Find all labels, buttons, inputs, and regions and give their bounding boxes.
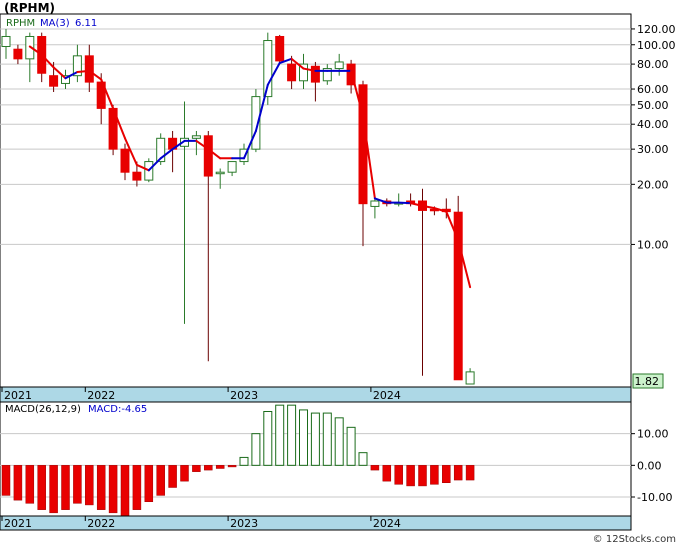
- x-tick-label: 2022: [87, 517, 115, 530]
- candle-body: [1, 35, 11, 48]
- macd-bar: [215, 465, 225, 469]
- candle-body: [191, 135, 201, 139]
- x-tick-label: 2021: [4, 389, 32, 402]
- x-tick-label: 2022: [87, 389, 115, 402]
- macd-bar: [120, 465, 130, 517]
- legend-ma-value: 6.11: [75, 18, 97, 29]
- macd-bar: [275, 404, 285, 466]
- price-tick-label: 20.00: [637, 178, 669, 191]
- price-tick-label: 10.00: [637, 238, 669, 251]
- x-tick-label: 2021: [4, 517, 32, 530]
- candle: [453, 195, 463, 381]
- macd-bar: [239, 456, 249, 466]
- macd-bar: [156, 465, 165, 496]
- last-price-badge: 1.82: [632, 373, 664, 389]
- macd-bar: [168, 465, 177, 488]
- candle-body: [132, 171, 142, 181]
- macd-bar: [418, 465, 427, 487]
- macd-tick-label: 0.00: [637, 459, 662, 472]
- candle-body: [334, 61, 344, 70]
- price-tick-label: 50.00: [637, 99, 669, 112]
- price-tick-label: 30.00: [637, 143, 669, 156]
- candle-body: [275, 35, 285, 62]
- macd-bar: [442, 465, 451, 484]
- candle-body: [287, 63, 297, 82]
- macd-bar: [61, 465, 70, 510]
- legend-ma-label: MA(3): [40, 18, 70, 29]
- macd-bar: [453, 465, 463, 481]
- candle-body: [465, 371, 475, 385]
- macd-bar: [334, 417, 344, 466]
- macd-bar: [25, 465, 35, 504]
- price-tick-label: 100.00: [637, 39, 676, 52]
- macd-bar: [287, 404, 297, 466]
- macd-bar: [13, 465, 23, 501]
- macd-bar: [406, 465, 415, 487]
- macd-bar: [263, 411, 273, 466]
- candle-body: [310, 65, 320, 83]
- ma-segment: [76, 69, 91, 74]
- macd-bar: [310, 412, 320, 466]
- price-tick-label: 120.00: [637, 23, 676, 36]
- candle-body: [49, 75, 59, 87]
- macd-y-axis: 10.00 0.00 -10.00: [631, 428, 672, 504]
- macd-bar: [49, 465, 58, 514]
- macd-bar: [192, 465, 201, 472]
- macd-bar: [132, 465, 142, 510]
- price-x-axis: 2021 2022 2023 2024: [0, 386, 632, 403]
- macd-bar: [96, 465, 106, 510]
- macd-bar: [1, 465, 11, 496]
- candle-body: [120, 148, 130, 173]
- last-price-label: 1.82: [635, 375, 660, 388]
- macd-bar: [108, 465, 118, 514]
- macd-panel: 10.00 0.00 -10.00 MACD(26,12,9) MACD:-4.65: [0, 401, 672, 517]
- price-panel: 120.00 100.00 80.00 60.00 50.00 40.00 30.00 20.…: [0, 13, 676, 389]
- footer-credit: © 12Stocks.com: [592, 534, 676, 545]
- macd-bar: [382, 465, 392, 482]
- candle: [275, 34, 285, 65]
- x-tick-label: 2024: [373, 389, 401, 402]
- price-legend: RPHM MA(3) 6.11: [6, 18, 97, 29]
- price-tick-label: 60.00: [637, 83, 669, 96]
- candle-body: [203, 135, 213, 177]
- macd-bar: [251, 433, 261, 466]
- stock-chart: 120.00 100.00 80.00 60.00 50.00 40.00 30.00 20.…: [0, 13, 676, 531]
- candle-body: [84, 55, 94, 83]
- price-tick-label: 80.00: [637, 58, 669, 71]
- macd-legend: MACD(26,12,9) MACD:-4.65: [5, 404, 147, 415]
- candle-body: [215, 171, 225, 175]
- price-y-axis: 120.00 100.00 80.00 60.00 50.00 40.00 30.00 20.…: [631, 23, 676, 251]
- price-tick-label: 40.00: [637, 118, 669, 131]
- candle: [108, 104, 118, 156]
- macd-legend-value: MACD:-4.65: [88, 404, 147, 415]
- macd-bar: [85, 465, 94, 506]
- macd-tick-label: -10.00: [637, 491, 672, 504]
- macd-bar: [430, 465, 439, 485]
- macd-bar: [37, 465, 46, 510]
- macd-tick-label: 10.00: [637, 428, 669, 441]
- macd-bar: [370, 465, 380, 471]
- macd-bar: [322, 412, 332, 466]
- macd-bar: [204, 465, 213, 471]
- legend-symbol: RPHM: [6, 18, 35, 29]
- macd-bar: [465, 465, 475, 481]
- macd-bar: [73, 465, 82, 504]
- macd-bar: [346, 426, 356, 466]
- macd-bar: [227, 465, 237, 468]
- macd-bar: [180, 465, 189, 482]
- macd-bar: [358, 452, 368, 466]
- ma-segment: [397, 201, 412, 205]
- macd-x-axis: 2021 2022 2023 2024: [0, 515, 632, 531]
- macd-bar: [394, 465, 403, 485]
- macd-bar: [144, 465, 154, 503]
- macd-bar: [299, 409, 308, 466]
- x-tick-label: 2024: [373, 517, 401, 530]
- macd-legend-label: MACD(26,12,9): [5, 404, 81, 415]
- x-tick-label: 2023: [230, 389, 258, 402]
- candle-body: [370, 200, 380, 207]
- candle-body: [453, 211, 463, 381]
- x-tick-label: 2023: [230, 517, 258, 530]
- candle-body: [227, 161, 237, 173]
- candle-body: [13, 48, 23, 60]
